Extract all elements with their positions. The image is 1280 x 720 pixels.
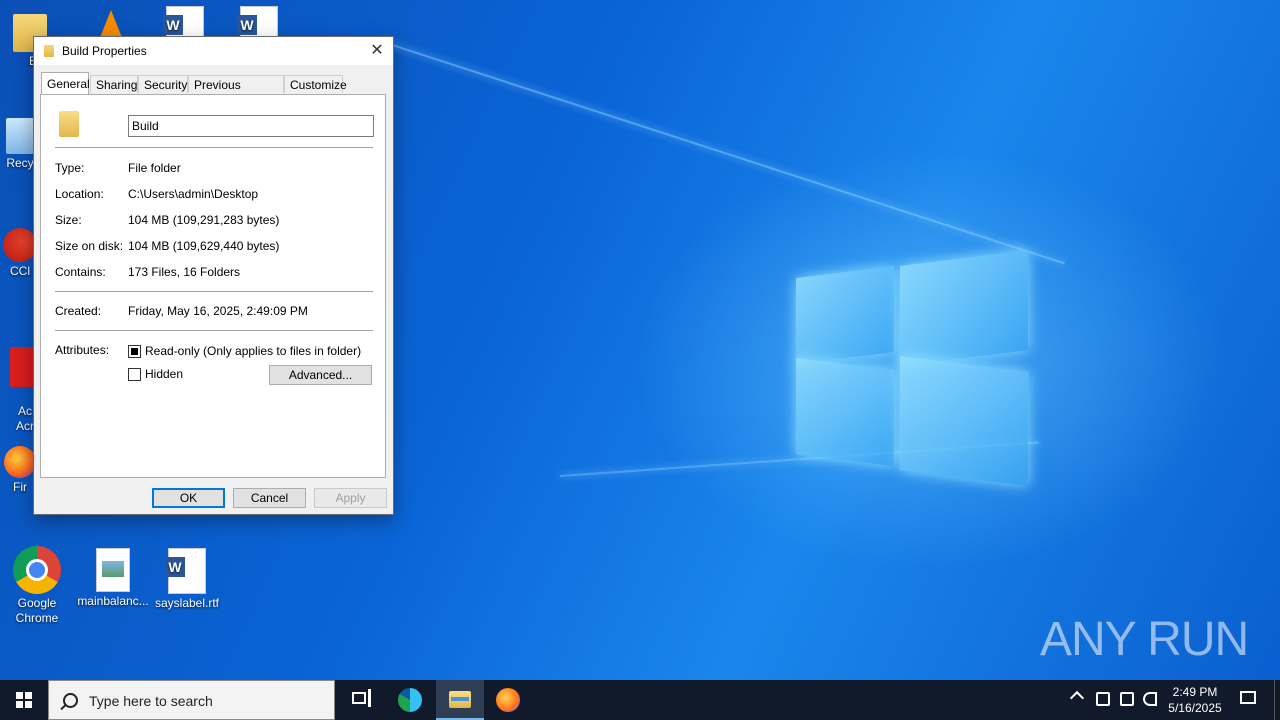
- task-view-icon: [352, 689, 371, 707]
- taskbar-clock[interactable]: 2:49 PM 5/16/2025: [1160, 684, 1230, 716]
- search-placeholder: Type here to search: [89, 693, 213, 709]
- firefox-taskbar-button[interactable]: [484, 680, 532, 720]
- type-label: Type:: [55, 161, 85, 175]
- general-tab-panel: Type: File folder Location: C:\Users\adm…: [40, 94, 386, 478]
- size-on-disk-value: 104 MB (109,629,440 bytes): [128, 239, 280, 253]
- chrome-icon: [13, 546, 61, 594]
- desktop-icon-label: Google Chrome: [15, 596, 59, 625]
- edge-icon: [398, 688, 422, 712]
- taskbar-search-box[interactable]: Type here to search: [48, 680, 335, 720]
- attributes-label: Attributes:: [55, 343, 110, 357]
- image-file-icon: [96, 548, 130, 592]
- tab-security[interactable]: Security: [138, 75, 188, 93]
- properties-dialog: Build Properties ✕ General Sharing Secur…: [33, 36, 394, 515]
- desktop-icon-label: sayslabel.rtf: [154, 596, 220, 610]
- hidden-checkbox-label[interactable]: Hidden: [145, 367, 183, 381]
- clock-time: 2:49 PM: [1172, 685, 1218, 699]
- windows-logo-wallpaper: [796, 242, 1028, 486]
- show-desktop-button[interactable]: [1274, 680, 1280, 720]
- start-button[interactable]: [0, 680, 48, 720]
- tab-previous-versions[interactable]: Previous Versions: [188, 75, 284, 110]
- desktop-icon-image-file[interactable]: mainbalanc...: [76, 548, 150, 609]
- size-on-disk-label: Size on disk:: [55, 239, 124, 253]
- divider: [55, 330, 373, 331]
- desktop-icon-label: mainbalanc...: [77, 594, 149, 608]
- firefox-icon: [496, 688, 520, 712]
- created-label: Created:: [55, 304, 102, 318]
- meet-now-icon[interactable]: [1096, 692, 1110, 706]
- size-value: 104 MB (109,291,283 bytes): [128, 213, 280, 227]
- dialog-titlebar[interactable]: Build Properties ✕: [34, 37, 393, 65]
- dialog-title: Build Properties: [62, 44, 147, 58]
- taskbar: Type here to search 2:49 PM 5/16/2025: [0, 680, 1280, 720]
- volume-icon[interactable]: [1143, 692, 1157, 706]
- desktop-icon-chrome[interactable]: Google Chrome: [0, 546, 74, 626]
- edge-taskbar-button[interactable]: [386, 680, 434, 720]
- folder-icon: [44, 45, 54, 57]
- folder-icon: [59, 111, 79, 137]
- tab-general[interactable]: General: [41, 72, 90, 94]
- location-label: Location:: [55, 187, 104, 201]
- contains-label: Contains:: [55, 265, 106, 279]
- tab-customize[interactable]: Customize: [284, 75, 347, 93]
- desktop-icon-rtf[interactable]: sayslabel.rtf: [150, 548, 224, 611]
- created-value: Friday, May 16, 2025, 2:49:09 PM: [128, 304, 308, 318]
- cancel-button[interactable]: Cancel: [233, 488, 306, 508]
- ccleaner-icon: [3, 228, 37, 262]
- file-explorer-taskbar-button[interactable]: [436, 680, 484, 720]
- task-view-button[interactable]: [336, 680, 384, 720]
- word-document-icon: [165, 548, 206, 594]
- search-icon: [63, 693, 78, 708]
- firefox-icon: [4, 446, 36, 478]
- ok-button[interactable]: OK: [152, 488, 225, 508]
- light-beam: [379, 40, 1065, 265]
- recycle-bin-icon: [6, 118, 34, 154]
- tab-sharing[interactable]: Sharing: [90, 75, 138, 93]
- folder-name-input[interactable]: [128, 115, 374, 137]
- location-value: C:\Users\admin\Desktop: [128, 187, 259, 201]
- hidden-checkbox[interactable]: [128, 368, 141, 381]
- show-hidden-icons-chevron-icon[interactable]: [1069, 690, 1085, 706]
- readonly-checkbox-label[interactable]: Read-only (Only applies to files in fold…: [145, 344, 361, 358]
- notification-center-icon[interactable]: [1240, 691, 1256, 704]
- clock-date: 5/16/2025: [1168, 701, 1222, 715]
- anyrun-watermark: ANY RUN: [1040, 613, 1249, 666]
- advanced-button[interactable]: Advanced...: [269, 365, 372, 385]
- divider: [55, 147, 373, 148]
- readonly-checkbox[interactable]: [128, 345, 141, 358]
- contains-value: 173 Files, 16 Folders: [128, 265, 241, 279]
- apply-button[interactable]: Apply: [314, 488, 387, 508]
- windows-logo-icon: [16, 692, 32, 708]
- divider: [55, 291, 373, 292]
- size-label: Size:: [55, 213, 82, 227]
- file-explorer-icon: [449, 691, 471, 708]
- network-icon[interactable]: [1120, 692, 1134, 706]
- type-value: File folder: [128, 161, 181, 175]
- close-button[interactable]: ✕: [361, 37, 393, 65]
